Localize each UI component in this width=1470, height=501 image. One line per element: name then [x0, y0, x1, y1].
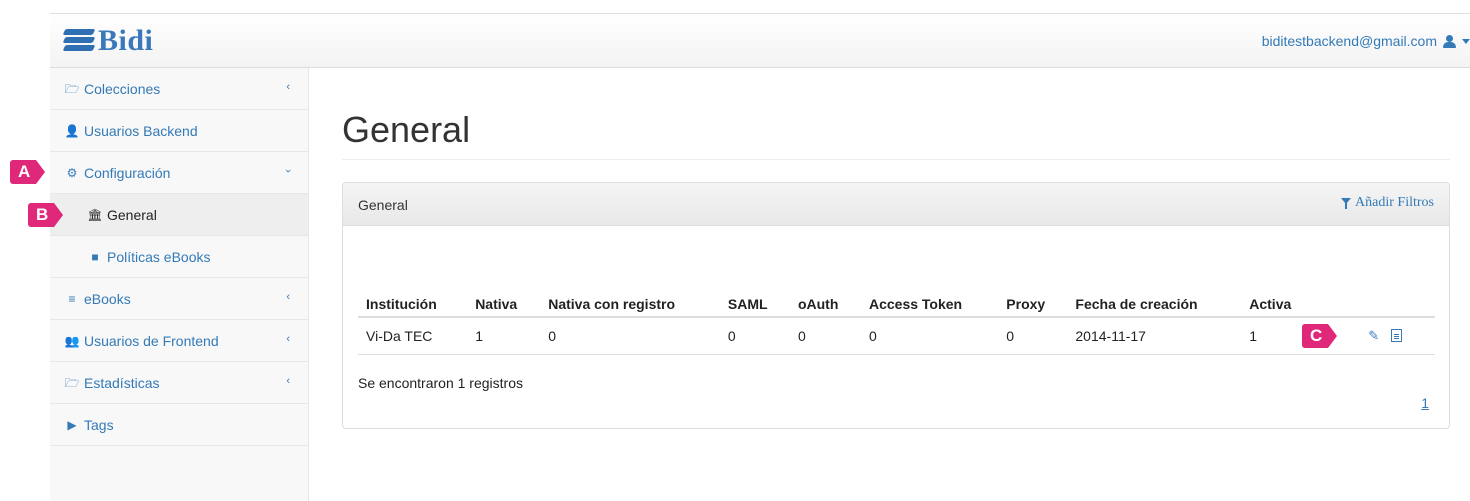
file-icon: ■ [91, 249, 99, 264]
chevron-left-icon: ‹ [286, 81, 290, 93]
column-header[interactable]: Access Token [860, 283, 999, 318]
stack-logo-icon [62, 26, 96, 56]
sidebar-item-label: Usuarios de Frontend [84, 332, 219, 349]
column-header[interactable]: Institución [358, 283, 468, 318]
view-document-icon[interactable] [1391, 329, 1403, 343]
user-icon: 👤 [64, 123, 80, 138]
column-header[interactable]: Activa [1241, 283, 1315, 318]
sidebar-item-label: Colecciones [84, 80, 161, 97]
sidebar-item-label: Políticas eBooks [107, 248, 211, 265]
sidebar-item-label: General [107, 206, 157, 223]
column-header[interactable]: oAuth [789, 283, 861, 318]
sidebar-item-colecciones[interactable]: 🗁 Colecciones ‹ [50, 68, 308, 110]
top-navbar: Bidi biditestbackend@gmail.com [50, 14, 1470, 68]
user-menu[interactable]: biditestbackend@gmail.com [1262, 33, 1470, 49]
table-cell: 0 [719, 317, 790, 355]
sidebar-item-label: Usuarios Backend [84, 122, 198, 139]
page-title: General [342, 109, 471, 150]
pagination-page-1[interactable]: 1 [1421, 395, 1429, 411]
gears-icon: ⚙ [66, 165, 78, 180]
column-header[interactable]: SAML [719, 283, 790, 318]
panel-header: General Añadir Filtros [343, 183, 1449, 226]
add-filters-label: Añadir Filtros [1355, 195, 1434, 210]
table-cell: 0 [540, 317, 720, 355]
records-count: Se encontraron 1 registros [358, 375, 523, 391]
table-cell: 0 [860, 317, 999, 355]
column-header[interactable]: Nativa con registro [540, 283, 720, 318]
table-row: Vi-Da TEC 1 0 0 0 0 0 2014-11-17 1 ✎ [358, 317, 1435, 355]
sidebar-item-tags[interactable]: ▶ Tags [50, 404, 308, 446]
table-cell: 2014-11-17 [1067, 317, 1242, 355]
title-divider [342, 159, 1450, 160]
sidebar-item-general[interactable]: 🏛 General [50, 194, 308, 236]
column-header[interactable]: Nativa [467, 283, 541, 318]
add-filters-link[interactable]: Añadir Filtros [1341, 195, 1434, 211]
chevron-down-icon: › [282, 169, 295, 173]
marker-c: C [1302, 324, 1338, 348]
table-cell: Vi-Da TEC [358, 317, 468, 355]
user-email: biditestbackend@gmail.com [1261, 33, 1437, 49]
sidebar-item-label: Configuración [84, 164, 171, 181]
column-header[interactable]: Fecha de creación [1067, 283, 1242, 318]
institutions-table: Institución Nativa Nativa con registro S… [358, 283, 1435, 355]
panel-title: General [358, 197, 408, 213]
chevron-left-icon: ‹ [286, 375, 290, 387]
table-cell: 0 [789, 317, 861, 355]
institution-icon: 🏛 [87, 207, 103, 222]
marker-b: B [28, 203, 64, 227]
column-header[interactable]: Proxy [998, 283, 1068, 318]
table-header-row: Institución Nativa Nativa con registro S… [358, 283, 1435, 318]
sidebar-item-estadisticas[interactable]: 🗁 Estadísticas ‹ [50, 362, 308, 404]
chevron-left-icon: ‹ [286, 333, 290, 345]
folder-open-icon: 🗁 [64, 81, 80, 96]
sidebar-item-configuracion[interactable]: ⚙ Configuración › [50, 152, 308, 194]
sidebar-item-label: Estadísticas [84, 374, 160, 391]
brand-logo[interactable]: Bidi [62, 26, 153, 56]
sidebar-item-label: Tags [84, 416, 114, 433]
folder-open-icon: 🗁 [64, 375, 80, 390]
database-icon: ≡ [68, 291, 76, 306]
table-cell: 0 [998, 317, 1068, 355]
general-panel: General Añadir Filtros Institución Nativ… [342, 182, 1450, 429]
filter-icon [1341, 197, 1352, 209]
sidebar-item-usuarios-backend[interactable]: 👤 Usuarios Backend [50, 110, 308, 152]
users-icon: 👥 [64, 333, 80, 348]
brand-name: Bidi [98, 24, 154, 57]
sidebar-item-ebooks[interactable]: ≡ eBooks ‹ [50, 278, 308, 320]
table-cell: 1 [467, 317, 541, 355]
chevron-left-icon: ‹ [286, 291, 290, 303]
actions-column-header [1314, 283, 1435, 318]
sidebar-item-politicas-ebooks[interactable]: ■ Políticas eBooks [50, 236, 308, 278]
tags-icon: ▶ [67, 417, 77, 432]
user-icon [1443, 34, 1456, 48]
edit-pencil-icon[interactable]: ✎ [1368, 328, 1379, 344]
sidebar: 🗁 Colecciones ‹ 👤 Usuarios Backend ⚙ Con… [50, 68, 309, 501]
marker-a: A [10, 160, 46, 184]
caret-down-icon [1462, 38, 1470, 44]
sidebar-item-label: eBooks [84, 290, 131, 307]
sidebar-item-usuarios-frontend[interactable]: 👥 Usuarios de Frontend ‹ [50, 320, 308, 362]
app-window: Bidi biditestbackend@gmail.com 🗁 Colecci… [50, 13, 1470, 501]
